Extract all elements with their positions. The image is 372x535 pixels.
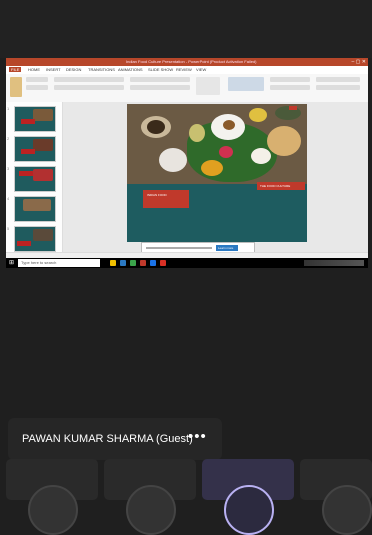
chrome-icon [130, 260, 136, 266]
app-icon [150, 260, 156, 266]
ribbon-tab-view: VIEW [196, 67, 207, 72]
control-button[interactable] [6, 459, 98, 535]
system-tray [304, 260, 364, 266]
slide-subtitle-box: THE FOOD CULTURE [257, 182, 305, 190]
ribbon-tab-slideshow: SLIDE SHOW [148, 67, 174, 72]
ribbon-tab-design: DESIGN [66, 67, 82, 72]
slide-title: INDIAN FOOD [147, 193, 167, 197]
slide-title-box: INDIAN FOOD [143, 190, 189, 208]
ribbon-tab-home: HOME [28, 67, 40, 72]
slide-subtitle: THE FOOD CULTURE [260, 184, 291, 188]
ribbon-toolbar [6, 74, 368, 103]
windows-start-icon: ⊞ [9, 260, 15, 266]
notification-button[interactable]: Learn more [216, 245, 238, 251]
shared-screen: Indian Food Culture Presentation - Power… [6, 58, 368, 268]
ribbon-tab-animations: ANIMATIONS [118, 67, 143, 72]
top-bar [0, 0, 372, 58]
participant-name: PAWAN KUMAR SHARMA (Guest) [22, 433, 193, 445]
call-controls [0, 459, 372, 535]
windows-taskbar: ⊞ Type here to search [6, 258, 368, 268]
slide-thumbnails-pane: 1 2 3 4 5 [6, 102, 63, 252]
control-button[interactable] [104, 459, 196, 535]
participant-tile[interactable]: PAWAN KUMAR SHARMA (Guest) ••• [8, 418, 222, 460]
ribbon-tab-transitions: TRANSITIONS [88, 67, 115, 72]
slide-thumbnail [14, 106, 56, 132]
taskbar-search: Type here to search [18, 259, 100, 267]
food-photo [127, 104, 307, 184]
ribbon-tab-review: REVIEW [176, 67, 192, 72]
control-button-active[interactable] [202, 459, 294, 535]
slide-thumbnail [14, 166, 56, 192]
slide-editor: INDIAN FOOD THE FOOD CULTURE Learn more [63, 102, 368, 254]
mail-icon [120, 260, 126, 266]
control-button[interactable] [300, 459, 372, 535]
app-icon [160, 260, 166, 266]
current-slide: INDIAN FOOD THE FOOD CULTURE [127, 104, 307, 242]
powerpoint-icon [140, 260, 146, 266]
slide-thumbnail [14, 196, 56, 222]
window-title: Indian Food Culture Presentation - Power… [126, 59, 257, 64]
folder-icon [110, 260, 116, 266]
slide-accent [289, 106, 297, 110]
ribbon-tab-insert: INSERT [46, 67, 61, 72]
slide-thumbnail [14, 226, 56, 252]
window-controls-icon: – ▢ ✕ [351, 59, 366, 65]
ribbon-tab-file: FILE [9, 67, 22, 72]
slide-thumbnail [14, 136, 56, 162]
more-options-icon[interactable]: ••• [188, 428, 207, 445]
powerpoint-title-bar: Indian Food Culture Presentation - Power… [6, 58, 368, 66]
